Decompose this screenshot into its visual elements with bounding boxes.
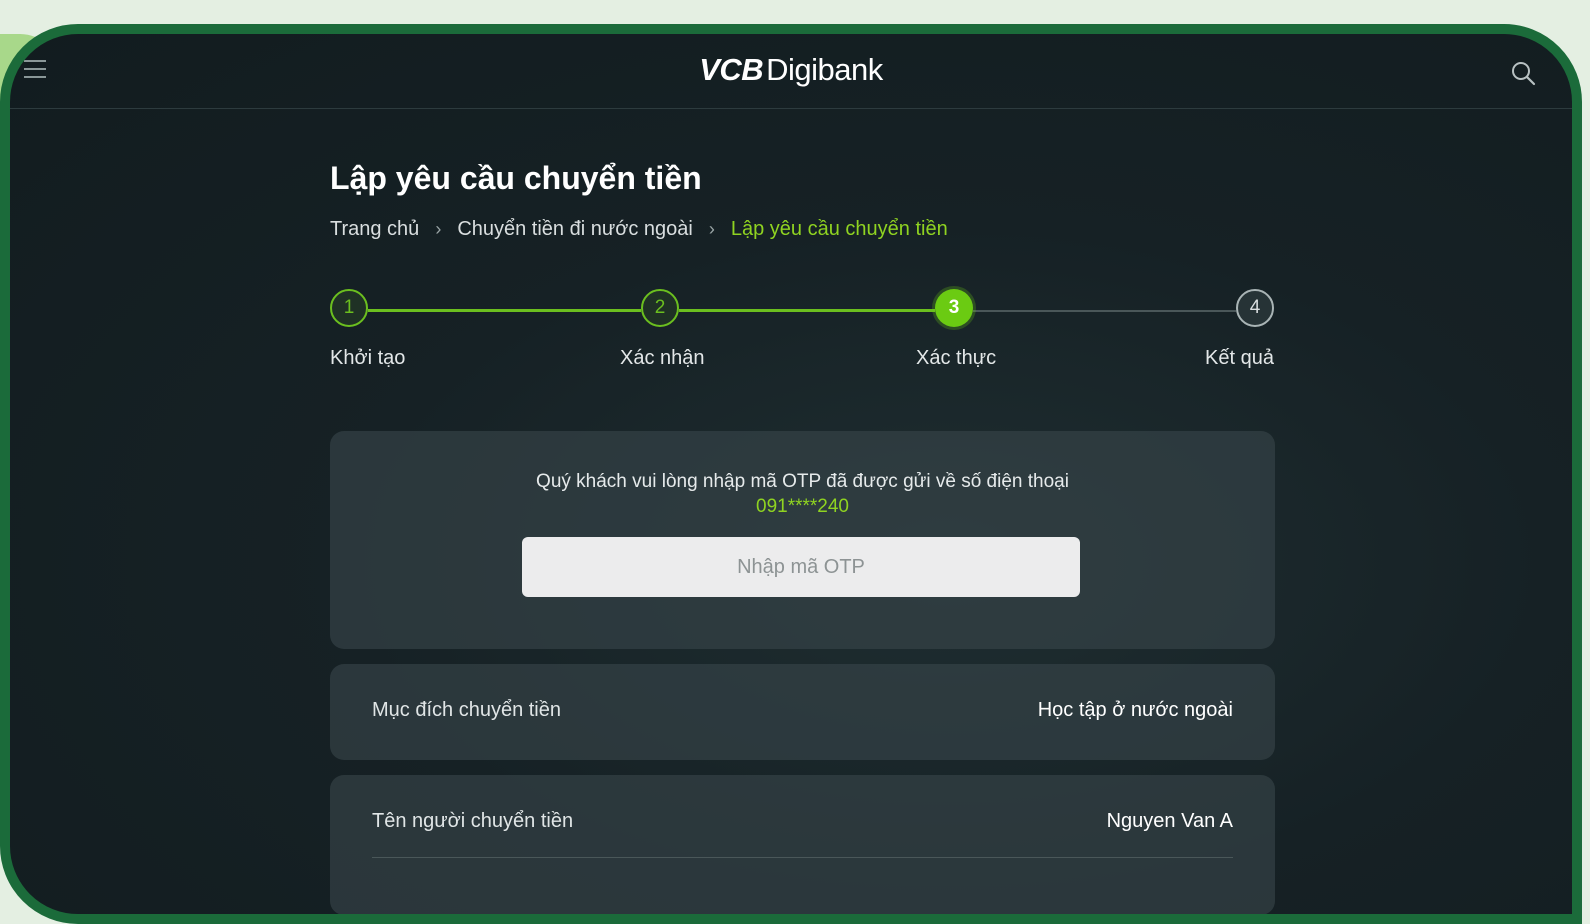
row-divider bbox=[372, 857, 1233, 858]
progress-stepper: 1 2 3 4 Khởi tạo Xác nhận Xác thực Kết q… bbox=[330, 289, 1274, 389]
breadcrumb-home[interactable]: Trang chủ bbox=[330, 218, 419, 241]
app-frame: VCBDigibank Lập yêu cầu chuyển tiền Tran… bbox=[0, 24, 1582, 924]
transfer-purpose-label: Mục đích chuyển tiền bbox=[372, 699, 561, 721]
transfer-purpose-value: Học tập ở nước ngoài bbox=[1037, 699, 1233, 721]
breadcrumb: Trang chủ › Chuyển tiền đi nước ngoài › … bbox=[330, 218, 948, 241]
otp-message: Quý khách vui lòng nhập mã OTP đã được g… bbox=[536, 471, 1069, 492]
step-4-circle: 4 bbox=[1236, 289, 1274, 327]
transfer-purpose-row: Mục đích chuyển tiền Học tập ở nước ngoà… bbox=[330, 664, 1275, 760]
step-3-circle: 3 bbox=[935, 289, 973, 327]
stepper-line-2 bbox=[679, 309, 935, 312]
otp-card: Quý khách vui lòng nhập mã OTP đã được g… bbox=[330, 431, 1275, 649]
step-1-circle: 1 bbox=[330, 289, 368, 327]
logo-text: Digibank bbox=[766, 52, 883, 87]
step-1-label: Khởi tạo bbox=[330, 347, 406, 369]
step-4-label: Kết quả bbox=[1205, 347, 1274, 369]
otp-phone-number: 091****240 bbox=[756, 496, 849, 517]
search-icon[interactable] bbox=[1510, 60, 1536, 86]
breadcrumb-separator-icon: › bbox=[708, 219, 715, 239]
page-title: Lập yêu cầu chuyển tiền bbox=[330, 160, 702, 196]
step-2-circle: 2 bbox=[641, 289, 679, 327]
otp-input[interactable] bbox=[522, 537, 1080, 597]
step-2-label: Xác nhận bbox=[620, 347, 705, 369]
breadcrumb-international-transfer[interactable]: Chuyển tiền đi nước ngoài bbox=[457, 218, 693, 241]
stepper-line-1 bbox=[368, 309, 641, 312]
step-3-label: Xác thực bbox=[916, 347, 997, 369]
breadcrumb-separator-icon: › bbox=[435, 219, 442, 239]
vcb-digibank-logo: VCBDigibank bbox=[10, 52, 1572, 88]
stepper-line-3 bbox=[973, 310, 1236, 312]
sender-name-row: Tên người chuyển tiền Nguyen Van A bbox=[330, 775, 1275, 914]
sender-name-value: Nguyen Van A bbox=[1106, 810, 1233, 832]
sender-name-label: Tên người chuyển tiền bbox=[372, 810, 574, 832]
logo-bold-text: VCB bbox=[699, 52, 764, 87]
top-bar: VCBDigibank bbox=[10, 34, 1572, 109]
breadcrumb-current: Lập yêu cầu chuyển tiền bbox=[730, 218, 948, 240]
